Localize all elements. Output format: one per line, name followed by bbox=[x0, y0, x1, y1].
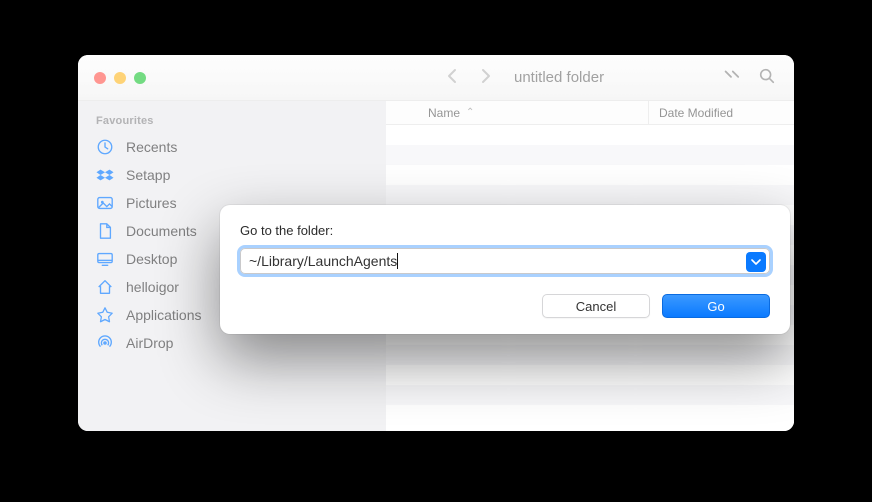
sidebar-item-setapp[interactable]: Setapp bbox=[78, 161, 386, 189]
text-cursor bbox=[397, 253, 398, 269]
search-button[interactable] bbox=[758, 67, 776, 88]
window-title: untitled folder bbox=[514, 69, 604, 86]
sidebar-item-label: Pictures bbox=[126, 195, 177, 211]
home-icon bbox=[96, 278, 114, 296]
go-button[interactable]: Go bbox=[662, 294, 770, 318]
desktop-icon bbox=[96, 250, 114, 268]
chevron-down-icon bbox=[751, 257, 761, 267]
zoom-window-button[interactable] bbox=[134, 72, 146, 84]
table-row bbox=[386, 125, 794, 145]
sidebar-item-label: Applications bbox=[126, 307, 202, 323]
table-row bbox=[386, 385, 794, 405]
column-label: Name bbox=[428, 106, 460, 120]
column-header-date[interactable]: Date Modified bbox=[648, 101, 733, 124]
clock-icon bbox=[96, 138, 114, 156]
sidebar-item-label: Desktop bbox=[126, 251, 177, 267]
dropbox-icon bbox=[96, 166, 114, 184]
airdrop-icon bbox=[96, 334, 114, 352]
minimize-window-button[interactable] bbox=[114, 72, 126, 84]
table-row bbox=[386, 165, 794, 185]
cancel-button[interactable]: Cancel bbox=[542, 294, 650, 318]
sidebar-item-recents[interactable]: Recents bbox=[78, 133, 386, 161]
column-label: Date Modified bbox=[659, 106, 733, 120]
table-row bbox=[386, 405, 794, 425]
sidebar-item-label: Recents bbox=[126, 139, 177, 155]
back-button[interactable] bbox=[446, 68, 458, 87]
nav-arrows bbox=[446, 68, 492, 87]
table-row bbox=[386, 345, 794, 365]
go-to-folder-dialog: Go to the folder: ~/Library/LaunchAgents… bbox=[220, 205, 790, 334]
pictures-icon bbox=[96, 194, 114, 212]
applications-icon bbox=[96, 306, 114, 324]
sidebar-item-label: helloigor bbox=[126, 279, 179, 295]
sidebar-item-label: AirDrop bbox=[126, 335, 173, 351]
column-headers: Name ⌃ Date Modified bbox=[386, 101, 794, 125]
close-window-button[interactable] bbox=[94, 72, 106, 84]
more-toolbar-button[interactable] bbox=[722, 67, 740, 88]
dialog-buttons: Cancel Go bbox=[240, 294, 770, 318]
button-label: Cancel bbox=[576, 299, 616, 314]
history-dropdown-button[interactable] bbox=[746, 252, 766, 272]
column-header-name[interactable]: Name ⌃ bbox=[428, 106, 648, 120]
button-label: Go bbox=[707, 299, 724, 314]
table-row bbox=[386, 145, 794, 165]
sidebar-section-header: Favourites bbox=[78, 111, 386, 133]
dialog-label: Go to the folder: bbox=[240, 223, 770, 238]
path-input-value: ~/Library/LaunchAgents bbox=[249, 253, 397, 269]
sort-indicator-icon: ⌃ bbox=[466, 107, 474, 118]
sidebar-item-label: Documents bbox=[126, 223, 197, 239]
document-icon bbox=[96, 222, 114, 240]
window-controls bbox=[78, 72, 146, 84]
sidebar-item-label: Setapp bbox=[126, 167, 170, 183]
folder-path-input[interactable]: ~/Library/LaunchAgents bbox=[240, 248, 770, 274]
titlebar: untitled folder bbox=[78, 55, 794, 101]
forward-button[interactable] bbox=[480, 68, 492, 87]
table-row bbox=[386, 365, 794, 385]
table-row bbox=[386, 185, 794, 205]
